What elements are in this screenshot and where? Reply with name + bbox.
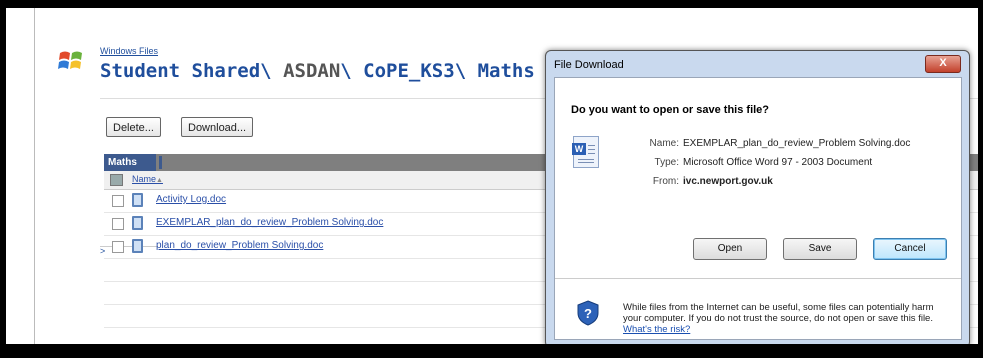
file-download-dialog: File Download X Do you want to open or s… [545, 50, 970, 348]
name-header-label[interactable]: Name [132, 174, 156, 184]
path-cope-ks3[interactable]: CoPE_KS3 [363, 60, 455, 82]
security-shield-icon: ? [577, 300, 599, 326]
row-checkbox[interactable] [112, 195, 124, 207]
path-separator: \ [454, 60, 467, 82]
word-document-icon [132, 216, 143, 230]
from-value: ivc.newport.gov.uk [683, 176, 773, 187]
open-button[interactable]: Open [693, 238, 767, 260]
svg-text:?: ? [584, 306, 592, 321]
path-maths[interactable]: Maths [478, 60, 535, 82]
bottom-border [6, 344, 978, 352]
dialog-title: File Download [554, 59, 624, 71]
name-column-header[interactable]: Name▲ [132, 174, 163, 184]
download-button[interactable]: Download... [181, 117, 254, 137]
breadcrumb[interactable]: Windows Files > [100, 46, 159, 256]
type-label: Type: [654, 157, 679, 168]
delete-button[interactable]: Delete... [106, 117, 161, 137]
windows-logo-icon [58, 51, 82, 69]
row-checkbox[interactable] [112, 218, 124, 230]
dialog-question: Do you want to open or save this file? [571, 104, 770, 116]
path-separator: \ [260, 60, 272, 82]
left-border [34, 8, 35, 352]
name-label: Name: [649, 138, 679, 149]
row-checkbox[interactable] [112, 241, 124, 253]
path-asdan[interactable]: ASDAN [283, 60, 340, 82]
page-title: Student Shared\ ASDAN\ CoPE_KS3\ Maths [100, 60, 535, 82]
word-document-icon [132, 193, 143, 207]
dialog-divider [555, 278, 961, 279]
file-name-link[interactable]: EXEMPLAR_plan_do_review_Problem Solving.… [156, 217, 383, 228]
file-name-link[interactable]: Activity Log.doc [156, 194, 226, 205]
word-document-icon: W [572, 136, 599, 168]
cancel-button[interactable]: Cancel [873, 238, 947, 260]
close-icon[interactable]: X [925, 55, 961, 73]
risk-link[interactable]: What's the risk? [623, 324, 690, 335]
sort-ascending-icon: ▲ [156, 177, 163, 184]
dialog-body: Do you want to open or save this file? W… [554, 77, 962, 340]
select-all-icon[interactable] [110, 174, 123, 186]
security-warning: While files from the Internet can be use… [623, 302, 953, 335]
screenshot-frame: Windows Files > Student Shared\ ASDAN\ C… [6, 8, 978, 352]
path-student-shared[interactable]: Student Shared [100, 60, 260, 82]
name-value: EXEMPLAR_plan_do_review_Problem Solving.… [683, 138, 911, 149]
path-separator: \ [340, 60, 352, 82]
file-name-link[interactable]: plan_do_review_Problem Solving.doc [156, 240, 323, 251]
breadcrumb-root-link[interactable]: Windows Files [100, 46, 158, 56]
tab-maths[interactable]: Maths [104, 154, 162, 171]
word-document-icon [132, 239, 143, 253]
type-value: Microsoft Office Word 97 - 2003 Document [683, 157, 873, 168]
warning-text: While files from the Internet can be use… [623, 302, 934, 324]
save-button[interactable]: Save [783, 238, 857, 260]
from-label: From: [652, 176, 679, 187]
